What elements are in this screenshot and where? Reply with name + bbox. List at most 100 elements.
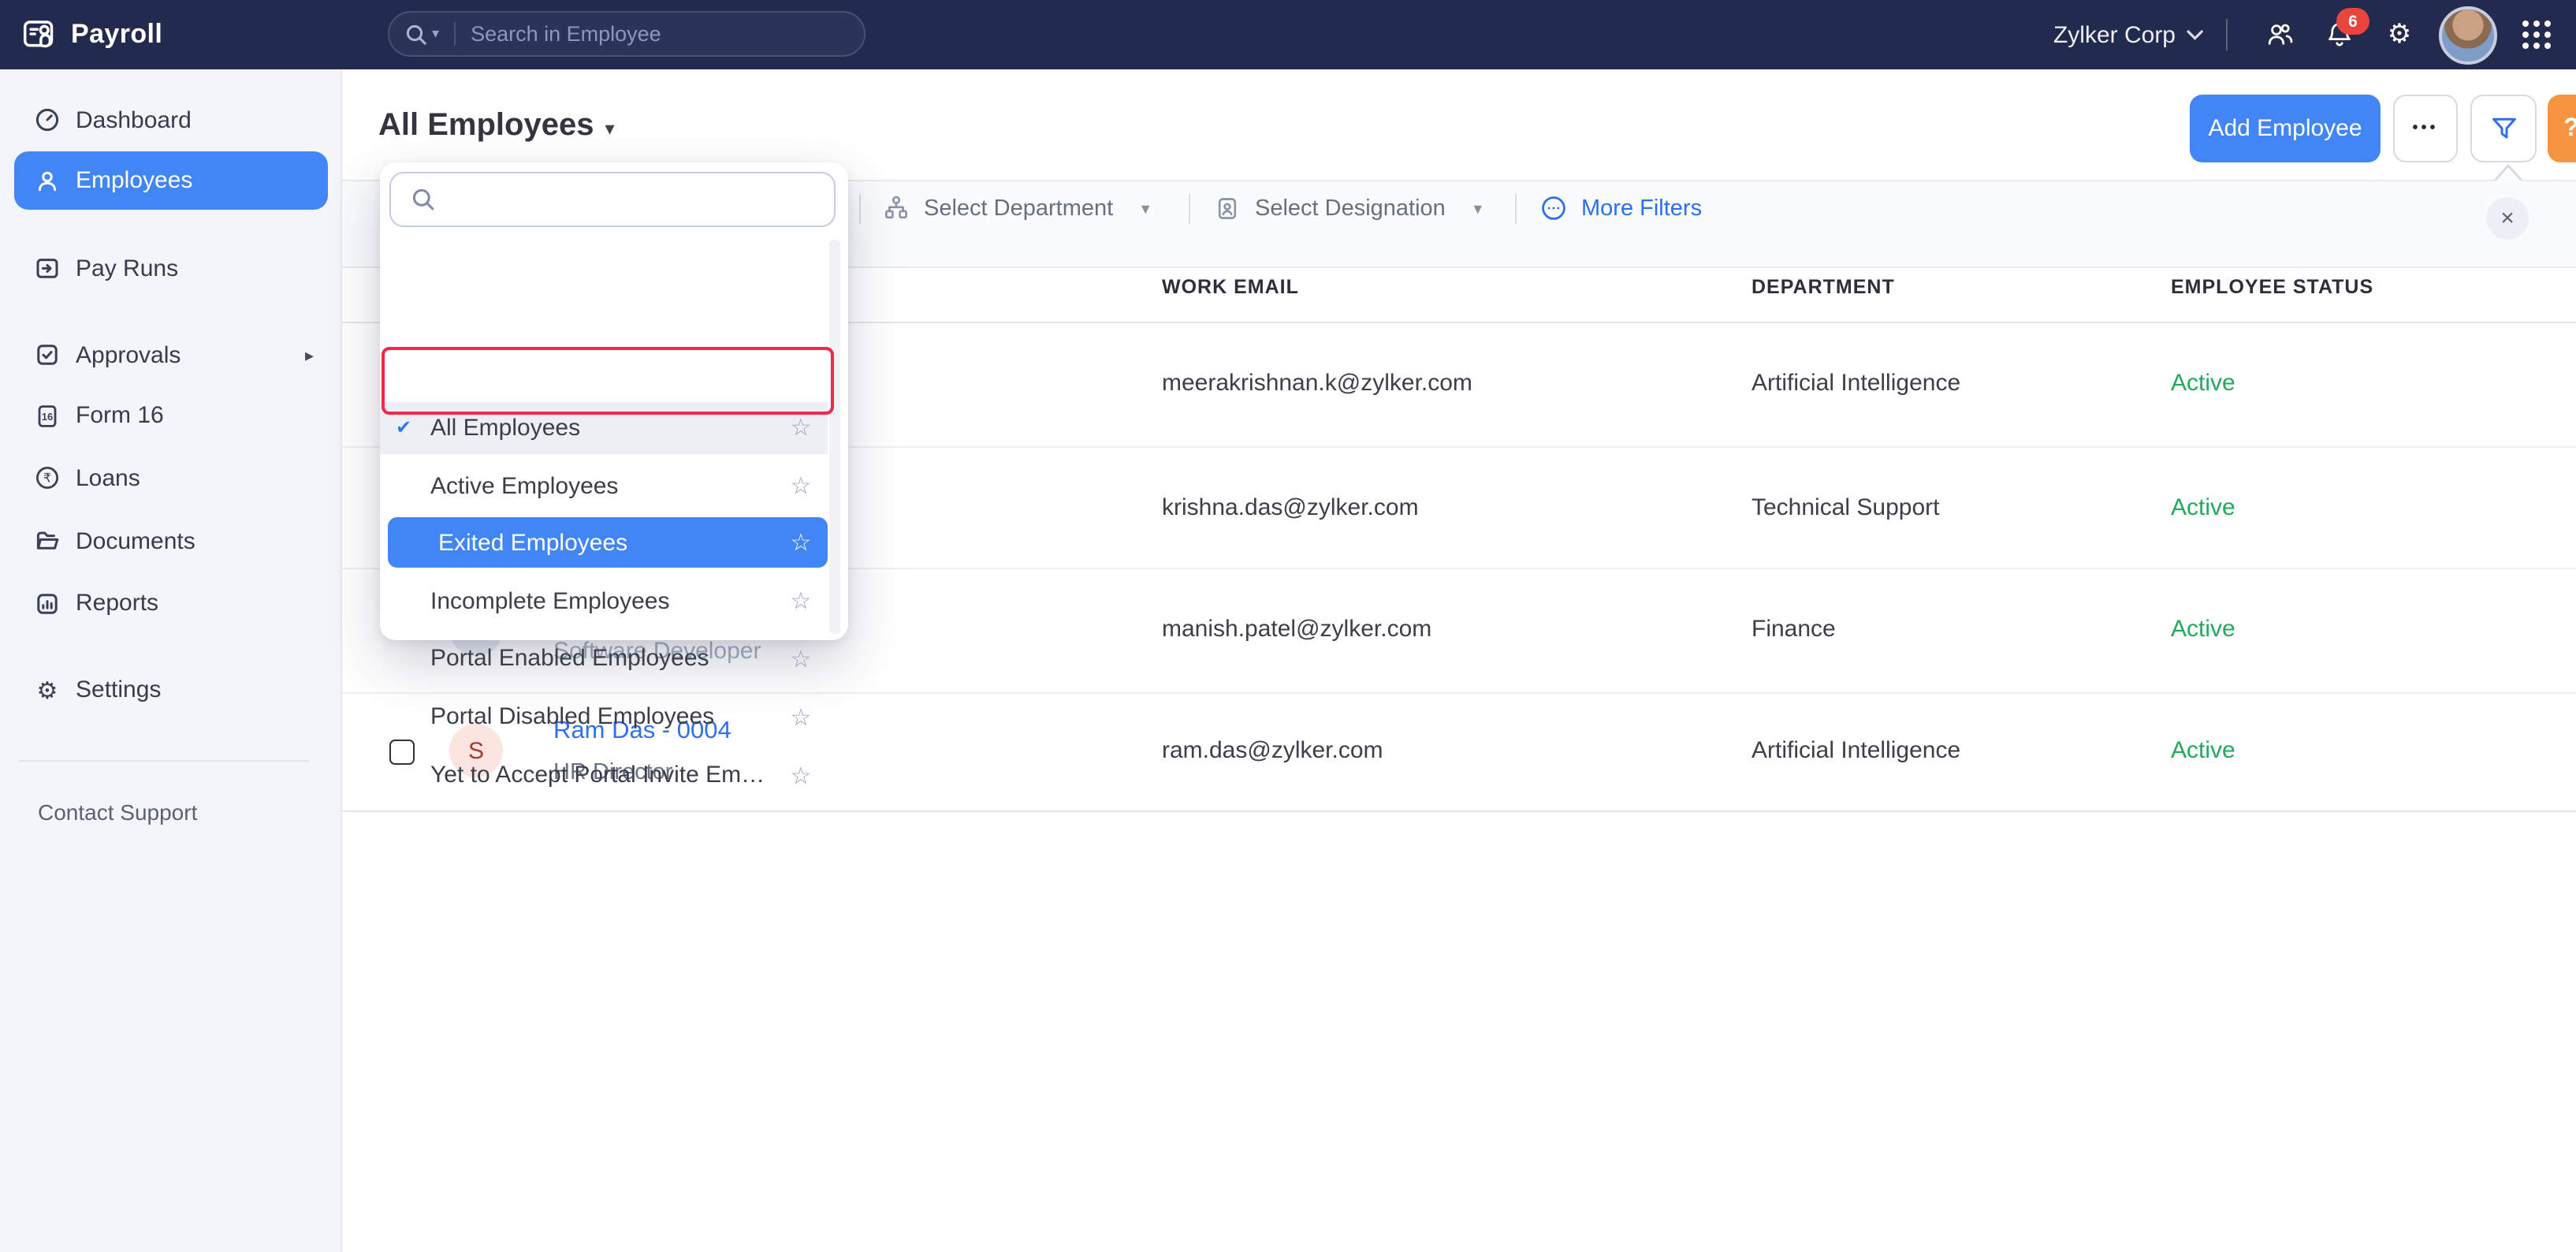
status-badge: Active	[2171, 494, 2235, 520]
filter-popover-notch-fill	[2496, 167, 2521, 181]
view-option-portal-disabled[interactable]: Portal Disabled Employees ☆	[380, 691, 828, 743]
column-header-department: DEPARTMENT	[1751, 276, 1895, 298]
help-button[interactable]: ?	[2548, 95, 2576, 162]
cell-department: Finance	[1751, 616, 1836, 643]
status-badge: Active	[2171, 737, 2235, 764]
search-scope-caret-icon[interactable]: ▾	[432, 25, 439, 43]
search-placeholder: Search in Employee	[471, 22, 661, 46]
more-filters-button[interactable]: More Filters	[1540, 195, 1702, 222]
org-name: Zylker Corp	[2053, 21, 2176, 48]
view-option-portal-enabled[interactable]: Portal Enabled Employees ☆	[380, 632, 828, 684]
svg-text:₹: ₹	[43, 471, 51, 486]
favorite-star-icon[interactable]: ☆	[774, 413, 828, 442]
cell-department: Artificial Intelligence	[1751, 370, 1960, 397]
dropdown-scrollbar[interactable]	[829, 239, 840, 633]
sidebar-label: Settings	[76, 676, 161, 703]
select-department-label: Select Department	[924, 196, 1113, 221]
sidebar-item-loans[interactable]: ₹ Loans	[0, 451, 342, 505]
form-16-icon: 16	[35, 403, 60, 428]
sidebar-label: Documents	[76, 527, 195, 554]
sidebar-label: Pay Runs	[76, 255, 178, 281]
contact-support-link[interactable]: Contact Support	[38, 799, 197, 825]
sidebar-item-dashboard[interactable]: Dashboard	[0, 93, 342, 147]
approvals-icon	[35, 342, 60, 367]
add-employee-button[interactable]: Add Employee	[2190, 95, 2381, 162]
search-icon	[405, 23, 427, 45]
app-window: Payroll ▾ Search in Employee Zylker Corp	[0, 0, 2576, 1252]
title-caret-icon: ▾	[605, 113, 614, 140]
filter-button[interactable]	[2470, 95, 2537, 162]
users-button[interactable]	[2250, 19, 2310, 50]
cell-work-email: krishna.das@zylker.com	[1162, 494, 1419, 520]
view-option-label: Yet to Accept Portal Invite Empl...	[430, 762, 774, 788]
select-designation-label: Select Designation	[1255, 196, 1446, 221]
cell-department: Artificial Intelligence	[1751, 737, 1960, 764]
more-actions-button[interactable]: •••	[2393, 95, 2458, 162]
department-icon	[883, 195, 910, 222]
pay-runs-icon	[35, 255, 60, 281]
sidebar-item-documents[interactable]: Documents	[0, 514, 342, 568]
designation-caret-icon: ▼	[1471, 200, 1485, 216]
cell-work-email: manish.patel@zylker.com	[1162, 616, 1431, 643]
gear-icon: ⚙	[2388, 21, 2412, 48]
brand: Payroll	[22, 17, 162, 52]
view-option-label: Exited Employees	[438, 529, 774, 556]
select-designation-filter[interactable]: Select Designation ▼	[1214, 195, 1485, 222]
favorite-star-icon[interactable]: ☆	[774, 702, 828, 731]
favorite-star-icon[interactable]: ☆	[774, 644, 828, 673]
product-name: Payroll	[71, 19, 162, 50]
topbar-right: Zylker Corp 6 ⚙	[2053, 0, 2567, 69]
column-header-employee-status: EMPLOYEE STATUS	[2171, 276, 2373, 298]
view-option-active-employees[interactable]: Active Employees ☆	[380, 460, 828, 512]
apps-grid-icon	[2522, 20, 2551, 49]
page-title-dropdown[interactable]: All Employees ▾	[378, 108, 615, 144]
chevron-down-icon	[2187, 29, 2204, 40]
search-divider	[453, 22, 455, 46]
apps-button[interactable]	[2507, 20, 2567, 49]
sidebar-label: Approvals	[76, 341, 181, 368]
settings-button[interactable]: ⚙	[2369, 21, 2429, 48]
view-option-all-employees[interactable]: ✔ All Employees ☆	[380, 401, 828, 453]
user-avatar[interactable]	[2439, 6, 2497, 64]
reports-icon	[35, 591, 60, 616]
view-option-exited-employees[interactable]: Exited Employees ☆	[388, 517, 828, 568]
more-filters-label: More Filters	[1581, 196, 1702, 221]
sidebar-label: Reports	[76, 590, 158, 617]
sidebar-item-settings[interactable]: ⚙ Settings	[0, 663, 342, 717]
favorite-star-icon[interactable]: ☆	[774, 587, 828, 615]
notifications-button[interactable]: 6	[2310, 19, 2369, 50]
sidebar-item-form-16[interactable]: 16 Form 16	[0, 389, 342, 442]
view-option-yet-to-accept[interactable]: Yet to Accept Portal Invite Empl... ☆	[380, 749, 828, 801]
notification-badge: 6	[2336, 8, 2369, 35]
favorite-star-icon[interactable]: ☆	[774, 528, 828, 557]
designation-icon	[1214, 195, 1241, 222]
column-header-work-email: WORK EMAIL	[1162, 276, 1299, 298]
loans-icon: ₹	[35, 465, 60, 490]
favorite-star-icon[interactable]: ☆	[774, 471, 828, 500]
global-search-input[interactable]: ▾ Search in Employee	[388, 11, 865, 57]
org-switcher[interactable]: Zylker Corp	[2053, 21, 2226, 48]
favorite-star-icon[interactable]: ☆	[774, 761, 828, 789]
page-title: All Employees	[378, 108, 594, 144]
close-filter-icon[interactable]: ×	[2486, 197, 2529, 240]
employee-view-dropdown: ✔ All Employees ☆ Active Employees ☆ Exi…	[380, 162, 848, 640]
cell-work-email: meerakrishnan.k@zylker.com	[1162, 370, 1472, 397]
status-badge: Active	[2171, 616, 2235, 643]
view-search-input[interactable]	[389, 172, 836, 227]
svg-text:16: 16	[42, 410, 53, 422]
sidebar-item-reports[interactable]: Reports	[0, 576, 342, 630]
search-icon	[411, 188, 435, 211]
sidebar-item-approvals[interactable]: Approvals ▸	[0, 328, 342, 382]
submenu-chevron-icon: ▸	[305, 345, 314, 365]
filter-separator	[1515, 194, 1517, 224]
settings-gear-icon: ⚙	[35, 677, 60, 702]
select-department-filter[interactable]: Select Department ▼	[883, 195, 1152, 222]
view-option-label: Portal Disabled Employees	[430, 703, 774, 730]
sidebar-divider	[19, 760, 309, 762]
view-option-incomplete-employees[interactable]: Incomplete Employees ☆	[380, 575, 828, 627]
cell-department: Technical Support	[1751, 494, 1940, 520]
view-option-label: Incomplete Employees	[430, 587, 774, 614]
sidebar-item-employees[interactable]: Employees	[14, 151, 328, 210]
sidebar-item-pay-runs[interactable]: Pay Runs	[0, 241, 342, 295]
table-bottom-divider	[342, 810, 2576, 811]
